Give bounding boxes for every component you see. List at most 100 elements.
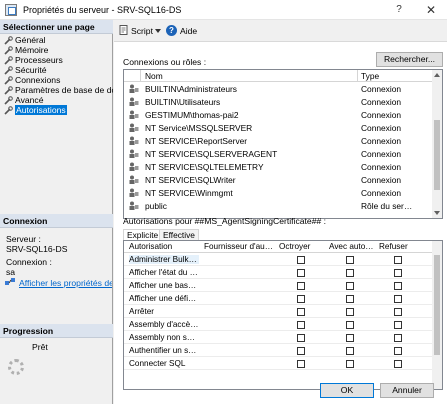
user-icon [129,110,139,119]
deny-checkbox[interactable] [394,282,402,290]
cancel-button[interactable]: Annuler [380,383,434,398]
user-icon [129,188,139,197]
with-grant-checkbox[interactable] [346,360,354,368]
grant-checkbox[interactable] [297,334,305,342]
column-header-type[interactable]: Type [361,71,379,81]
login-row[interactable]: NT SERVICE\SQLSERVERAGENT Connexion [124,148,434,159]
page-item-general[interactable]: Général [0,35,113,45]
wrench-icon [4,76,13,85]
wrench-icon [4,66,13,75]
user-icon [129,162,139,171]
page-item-connections[interactable]: Connexions [0,75,113,85]
login-row[interactable]: NT SERVICE\ReportServer Connexion [124,135,434,146]
script-button[interactable]: Script [131,26,153,36]
login-row[interactable]: BUILTIN\Utilisateurs Connexion [124,96,434,107]
connection-properties-icon [5,278,15,285]
page-list: Général Mémoire Processeurs Sécurité Con… [0,35,113,115]
user-icon [129,97,139,106]
permission-row: Assembly d'accès ... [124,319,434,331]
deny-checkbox[interactable] [394,347,402,355]
permission-row: Afficher l'état du se... [124,267,434,279]
login-row[interactable]: NT SERVICE\SQLWriter Connexion [124,174,434,185]
grant-checkbox[interactable] [297,256,305,264]
logins-grid: Nom Type BUILTIN\Administrateurs Connexio… [123,69,443,219]
page-item-processors[interactable]: Processeurs [0,55,113,65]
with-grant-checkbox[interactable] [346,308,354,316]
wrench-icon [4,96,13,105]
help-window-button[interactable]: ? [385,0,413,20]
column-header-grant[interactable]: Octroyer [279,242,324,251]
with-grant-checkbox[interactable] [346,347,354,355]
deny-checkbox[interactable] [394,308,402,316]
right-panel: Script ? Aide Rechercher... Connexions o… [114,20,447,404]
scrollbar-thumb[interactable] [434,255,440,355]
login-row[interactable]: BUILTIN\Administrateurs Connexion [124,83,434,94]
wrench-icon [4,56,13,65]
help-button[interactable]: Aide [180,26,197,36]
login-row[interactable]: public Rôle du serveur [124,200,434,211]
grant-checkbox[interactable] [297,308,305,316]
permission-row: Arrêter [124,306,434,318]
logins-label: Connexions ou rôles : [123,57,207,67]
logins-grid-header: Nom Type [124,70,434,82]
user-icon [129,84,139,93]
deny-checkbox[interactable] [394,321,402,329]
login-value: sa [6,267,16,277]
logins-scrollbar[interactable] [432,70,442,218]
page-item-database-settings[interactable]: Paramètres de base de données [0,85,113,95]
grant-checkbox[interactable] [297,269,305,277]
page-item-memory[interactable]: Mémoire [0,45,113,55]
with-grant-checkbox[interactable] [346,269,354,277]
page-item-permissions[interactable]: Autorisations [0,105,113,115]
deny-checkbox[interactable] [394,269,402,277]
with-grant-checkbox[interactable] [346,321,354,329]
column-header-grantor[interactable]: Fournisseur d'autori... [204,242,274,251]
deny-checkbox[interactable] [394,334,402,342]
server-role-icon [129,201,139,210]
grant-checkbox[interactable] [297,360,305,368]
connection-header: Connexion [0,214,113,228]
login-row[interactable]: NT SERVICE\SQLTELEMETRY Connexion [124,161,434,172]
login-row[interactable]: NT Service\MSSQLSERVER Connexion [124,122,434,133]
deny-checkbox[interactable] [394,360,402,368]
permission-row: Administrer Bulk O... [124,254,434,266]
with-grant-checkbox[interactable] [346,295,354,303]
ok-button[interactable]: OK [320,383,374,398]
deny-checkbox[interactable] [394,256,402,264]
column-header-deny[interactable]: Refuser [379,242,419,251]
login-row[interactable]: GESTIMUM\thomas-pai2 Connexion [124,109,434,120]
title-bar: Propriétés du serveur - SRV-SQL16-DS ? ✕ [0,0,447,20]
permission-row: Afficher une base ... [124,280,434,292]
close-window-button[interactable]: ✕ [417,0,445,20]
select-page-header: Sélectionner une page [0,20,113,34]
page-item-security[interactable]: Sécurité [0,65,113,75]
server-properties-icon [5,4,17,16]
grant-checkbox[interactable] [297,347,305,355]
page-item-advanced[interactable]: Avancé [0,95,113,105]
view-connection-properties-link[interactable]: Afficher les propriétés de connexion [5,278,112,288]
grant-checkbox[interactable] [297,295,305,303]
grant-checkbox[interactable] [297,321,305,329]
scroll-down-icon[interactable] [434,211,440,215]
column-header-permission[interactable]: Autorisation [129,242,199,251]
search-button[interactable]: Rechercher... [376,52,443,67]
with-grant-checkbox[interactable] [346,256,354,264]
login-row[interactable]: NT SERVICE\Winmgmt Connexion [124,187,434,198]
grant-checkbox[interactable] [297,282,305,290]
with-grant-checkbox[interactable] [346,334,354,342]
permissions-scrollbar[interactable] [432,241,442,389]
scroll-up-icon[interactable] [434,73,440,77]
user-icon [129,175,139,184]
user-icon [129,123,139,132]
deny-checkbox[interactable] [394,295,402,303]
scrollbar-thumb[interactable] [434,120,440,190]
with-grant-checkbox[interactable] [346,282,354,290]
script-dropdown-arrow-icon[interactable] [155,29,161,33]
left-panel: Sélectionner une page Général Mémoire Pr… [0,20,113,404]
column-header-name[interactable]: Nom [145,71,163,81]
permission-row: Assembly non sécu... [124,332,434,344]
server-label: Serveur : [6,234,41,244]
column-header-with-grant[interactable]: Avec autori... [329,242,374,251]
permissions-grid-header: Autorisation Fournisseur d'autori... Oct… [124,241,434,253]
permission-row: Afficher une définiti... [124,293,434,305]
